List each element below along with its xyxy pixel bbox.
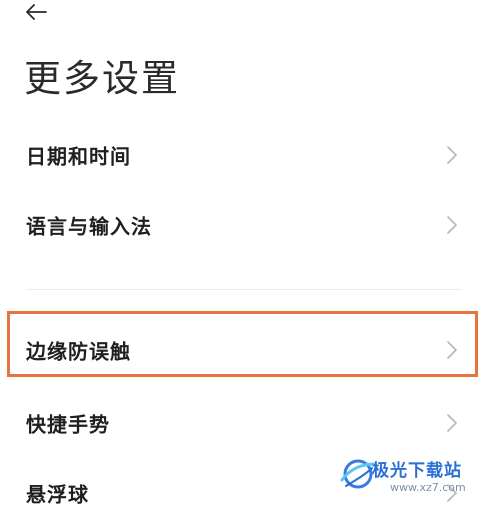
settings-item-language-input[interactable]: 语言与输入法 [0,197,488,253]
chevron-right-icon [446,483,458,503]
chevron-right-icon [446,215,458,235]
chevron-right-icon [446,340,458,360]
settings-item-label: 语言与输入法 [26,214,152,239]
settings-item-edge-touch-prevention[interactable]: 边缘防误触 [0,322,488,378]
settings-item-floating-ball[interactable]: 悬浮球 [0,465,488,521]
back-button[interactable] [24,0,56,24]
page-title: 更多设置 [24,57,180,100]
settings-item-quick-gestures[interactable]: 快捷手势 [0,395,488,451]
section-divider [26,289,462,290]
chevron-right-icon [446,413,458,433]
arrow-left-icon [24,3,48,21]
settings-item-label: 悬浮球 [26,482,89,507]
settings-item-date-time[interactable]: 日期和时间 [0,127,488,183]
settings-item-label: 日期和时间 [26,144,131,169]
settings-item-label: 快捷手势 [26,412,110,437]
settings-item-label: 边缘防误触 [26,339,131,364]
chevron-right-icon [446,145,458,165]
